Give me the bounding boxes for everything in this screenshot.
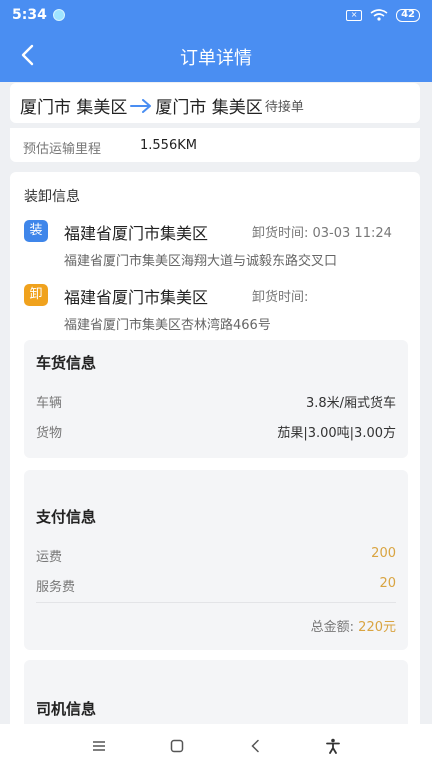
sim-icon: ×	[346, 9, 363, 21]
unload-address: 福建省厦门市集美区杏林湾路466号	[64, 318, 271, 333]
goods-label: 货物	[36, 426, 63, 441]
vehicle-label: 车辆	[36, 396, 63, 411]
status-time: 5:34	[12, 7, 47, 23]
order-status: 待接单	[264, 100, 304, 115]
load-address: 福建省厦门市集美区海翔大道与诚毅东路交叉口	[64, 254, 338, 269]
mileage-card: 预估运输里程 1.556KM	[10, 128, 420, 162]
home-button[interactable]	[165, 734, 189, 758]
square-icon	[170, 739, 184, 753]
goods-value: 茄果|3.00吨|3.00方	[277, 426, 396, 441]
route-to: 厦门市 集美区	[155, 98, 263, 118]
page-title: 订单详情	[180, 48, 252, 69]
wifi-icon	[370, 9, 388, 21]
payment-title: 支付信息	[36, 508, 97, 526]
load-city: 福建省厦门市集美区	[64, 224, 209, 243]
total-label: 总金额:	[310, 620, 355, 635]
app-notification-icon	[52, 9, 65, 21]
unload-stop: 卸 福建省厦门市集美区 卸货时间: 福建省厦门市集美区杏林湾路466号	[24, 284, 414, 334]
menu-button[interactable]	[87, 734, 111, 758]
menu-icon	[93, 741, 105, 751]
mileage-label: 预估运输里程	[23, 142, 102, 157]
payment-card: 支付信息 运费 200 服务费 20 总金额: 220元	[24, 470, 408, 650]
load-badge: 装	[24, 220, 48, 242]
status-bar: 5:34 × 42	[0, 0, 432, 30]
arrow-right-icon	[130, 98, 152, 113]
load-stop: 装 福建省厦门市集美区 卸货时间: 03-03 11:24 福建省厦门市集美区海…	[24, 220, 414, 270]
accessibility-icon	[326, 738, 340, 754]
accessibility-button[interactable]	[321, 734, 345, 758]
nav-bar: 订单详情	[0, 30, 432, 82]
driver-card: 司机信息	[24, 660, 408, 732]
driver-title: 司机信息	[36, 700, 97, 718]
freight-value: 200	[371, 546, 396, 561]
service-fee-label: 服务费	[36, 580, 76, 595]
status-icons: × 42	[346, 8, 420, 22]
cargo-title: 车货信息	[36, 354, 97, 372]
nav-back-icon	[251, 739, 259, 753]
system-nav-bar	[0, 724, 432, 768]
nav-back-button[interactable]	[243, 734, 267, 758]
service-fee-value: 20	[379, 576, 396, 591]
unload-city: 福建省厦门市集美区	[64, 288, 209, 307]
route-card: 厦门市 集美区 厦门市 集美区 待接单	[10, 83, 420, 123]
details-card: 装卸信息 装 福建省厦门市集美区 卸货时间: 03-03 11:24 福建省厦门…	[10, 172, 420, 732]
mileage-value: 1.556KM	[140, 138, 197, 153]
vehicle-value: 3.8米/厢式货车	[305, 396, 396, 411]
total-amount: 总金额: 220元	[311, 616, 396, 635]
loading-section-title: 装卸信息	[24, 189, 80, 205]
battery-indicator: 42	[396, 8, 420, 22]
route-summary: 厦门市 集美区 厦门市 集美区 待接单	[20, 93, 304, 118]
load-time: 卸货时间: 03-03 11:24	[252, 226, 392, 241]
unload-time: 卸货时间:	[252, 290, 309, 305]
route-from: 厦门市 集美区	[20, 98, 128, 118]
unload-badge: 卸	[24, 284, 48, 306]
cargo-card: 车货信息 车辆 3.8米/厢式货车 货物 茄果|3.00吨|3.00方	[24, 340, 408, 458]
total-value: 220元	[358, 620, 396, 635]
payment-divider	[36, 602, 396, 603]
freight-label: 运费	[36, 550, 63, 565]
